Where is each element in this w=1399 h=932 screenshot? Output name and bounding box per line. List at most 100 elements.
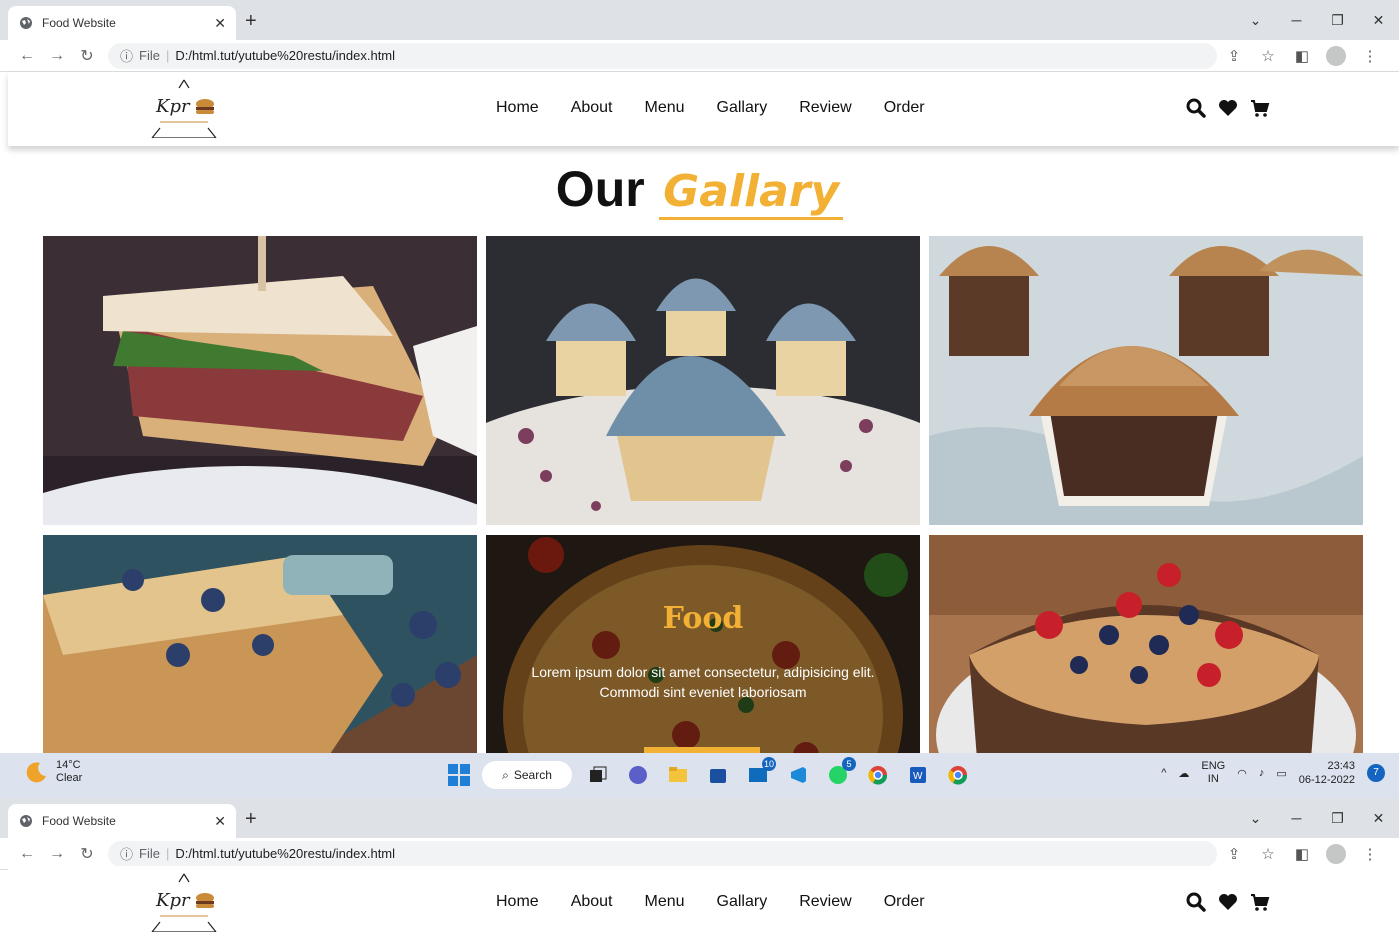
chrome-icon-2[interactable] (944, 761, 972, 789)
close-tab-icon[interactable]: ✕ (214, 813, 226, 830)
nav-review[interactable]: Review (799, 99, 851, 117)
clock-time: 23:43 (1327, 760, 1355, 772)
info-icon[interactable]: ⓘ (120, 844, 133, 863)
site-logo[interactable]: Kpr (148, 78, 220, 139)
nav-order[interactable]: Order (884, 893, 925, 911)
nav-gallary[interactable]: Gallary (717, 893, 768, 911)
gallery-item-sandwich[interactable] (43, 236, 477, 525)
overlay-text: Lorem ipsum dolor sit amet consectetur, … (531, 664, 875, 700)
search-icon[interactable] (1186, 98, 1206, 118)
weather-condition: Clear (56, 772, 83, 784)
word-icon[interactable]: W (904, 761, 932, 789)
nav-gallary[interactable]: Gallary (717, 99, 768, 117)
wifi-icon[interactable]: ◠ (1237, 767, 1247, 780)
weather-temp: 14°C (56, 759, 81, 771)
profile-avatar[interactable] (1326, 843, 1346, 864)
bookmark-star-icon[interactable]: ☆ (1251, 47, 1285, 65)
close-tab-icon[interactable]: ✕ (214, 15, 226, 32)
chrome-icon[interactable] (864, 761, 892, 789)
side-panel-icon[interactable]: ◧ (1285, 47, 1319, 65)
gallery-item-blue-cupcakes[interactable] (486, 236, 920, 525)
close-window-button[interactable]: ✕ (1358, 12, 1399, 29)
volume-icon[interactable]: ♪ (1259, 767, 1265, 779)
forward-icon[interactable]: → (42, 47, 72, 65)
taskbar-search[interactable]: ⌕ Search (482, 761, 572, 789)
nav-home[interactable]: Home (496, 99, 539, 117)
info-icon[interactable]: ⓘ (120, 46, 133, 65)
search-icon[interactable] (1186, 892, 1206, 912)
forward-icon[interactable]: → (42, 845, 72, 863)
moon-icon (24, 760, 48, 784)
menu-kebab-icon[interactable]: ⋮ (1353, 845, 1387, 863)
new-tab-button[interactable]: + (245, 10, 257, 33)
store-icon[interactable] (704, 761, 732, 789)
heart-icon[interactable] (1218, 892, 1238, 912)
file-label-2: File (139, 846, 160, 861)
url-input-2[interactable]: ⓘ File | D:/html.tut/yutube%20restu/inde… (108, 840, 1217, 867)
nav-about[interactable]: About (571, 893, 613, 911)
back-icon[interactable]: ← (12, 47, 42, 65)
url-text: D:/html.tut/yutube%20restu/index.html (175, 48, 396, 63)
back-icon[interactable]: ← (12, 845, 42, 863)
svg-text:W: W (913, 771, 923, 782)
vscode-icon[interactable] (784, 761, 812, 789)
file-explorer-icon[interactable] (664, 761, 692, 789)
site-logo-2[interactable]: Kpr (148, 872, 220, 932)
header-icons (1186, 98, 1270, 118)
separator: | (165, 846, 170, 861)
language-indicator[interactable]: ENG IN (1201, 760, 1225, 786)
minimize-button[interactable]: ─ (1276, 12, 1317, 28)
reload-icon[interactable]: ↻ (72, 46, 102, 66)
chevron-up-icon[interactable]: ^ (1161, 767, 1166, 779)
nav-menu[interactable]: Menu (645, 99, 685, 117)
side-panel-icon[interactable]: ◧ (1285, 845, 1319, 863)
file-label: File (139, 48, 160, 63)
battery-icon[interactable]: ▭ (1276, 767, 1286, 780)
close-window-button[interactable]: ✕ (1358, 810, 1399, 827)
window-controls-2: ⌄ ─ ❐ ✕ (1235, 798, 1399, 838)
weather-widget[interactable]: 14°C Clear (24, 759, 82, 785)
nav-home[interactable]: Home (496, 893, 539, 911)
lang-top: ENG (1201, 760, 1226, 772)
nav-menu[interactable]: Menu (645, 893, 685, 911)
gallery-item-chocolate-cupcakes[interactable] (929, 236, 1363, 525)
whatsapp-icon[interactable]: 5 (824, 757, 856, 789)
toolbar-actions-2: ⇪ ☆ ◧ ⋮ (1217, 843, 1387, 864)
url-input[interactable]: ⓘ File | D:/html.tut/yutube%20restu/inde… (108, 42, 1217, 69)
tab-search-icon[interactable]: ⌄ (1235, 12, 1276, 29)
clock[interactable]: 23:43 06-12-2022 (1299, 759, 1355, 787)
cloud-sync-icon[interactable]: ☁ (1178, 767, 1189, 780)
share-icon[interactable]: ⇪ (1217, 47, 1251, 65)
globe-icon (18, 15, 34, 31)
reload-icon[interactable]: ↻ (72, 844, 102, 864)
taskbar: 14°C Clear ⌕ Search 10 5 W ^ ☁ ENG IN ◠ … (0, 753, 1399, 798)
heart-icon[interactable] (1218, 98, 1238, 118)
cart-icon[interactable] (1250, 98, 1270, 118)
restore-button[interactable]: ❐ (1317, 12, 1358, 29)
profile-avatar[interactable] (1326, 45, 1346, 66)
tab-title-2: Food Website (42, 814, 116, 828)
restore-button[interactable]: ❐ (1317, 810, 1358, 827)
nav-review[interactable]: Review (799, 893, 851, 911)
nav-about[interactable]: About (571, 99, 613, 117)
nav-order[interactable]: Order (884, 99, 925, 117)
notification-badge[interactable]: 7 (1367, 764, 1385, 782)
outlook-icon[interactable]: 10 (744, 757, 776, 789)
heading-accent: Gallary (659, 166, 844, 220)
windows-start-icon[interactable] (448, 764, 470, 786)
minimize-button[interactable]: ─ (1276, 810, 1317, 826)
new-tab-button[interactable]: + (245, 808, 257, 831)
menu-kebab-icon[interactable]: ⋮ (1353, 47, 1387, 65)
browser-tab[interactable]: Food Website ✕ (8, 6, 236, 40)
browser-tab-2[interactable]: Food Website ✕ (8, 804, 236, 838)
cart-icon[interactable] (1250, 892, 1270, 912)
teams-chat-icon[interactable] (624, 761, 652, 789)
tab-search-icon[interactable]: ⌄ (1235, 810, 1276, 827)
search-label: Search (513, 768, 552, 782)
browser-window-bottom: Food Website ✕ + ⌄ ─ ❐ ✕ ← → ↻ ⓘ File | … (0, 798, 1399, 870)
share-icon[interactable]: ⇪ (1217, 845, 1251, 863)
bookmark-star-icon[interactable]: ☆ (1251, 845, 1285, 863)
task-view-icon[interactable] (584, 761, 612, 789)
address-bar-row: ← → ↻ ⓘ File | D:/html.tut/yutube%20rest… (0, 40, 1399, 72)
globe-icon (18, 813, 34, 829)
